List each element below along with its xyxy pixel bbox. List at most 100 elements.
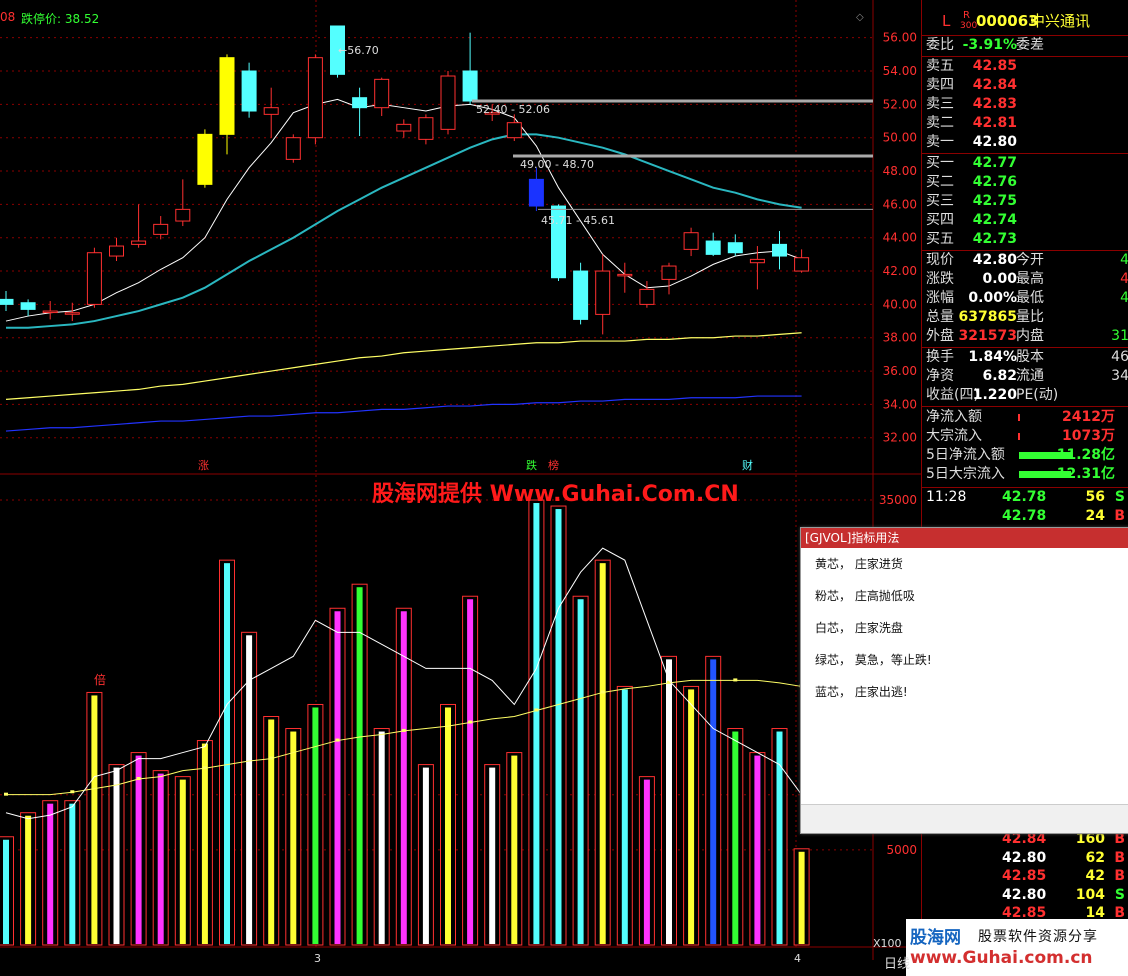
flow-label: 5日净流入额 <box>926 447 1005 463</box>
event-marker[interactable]: 跌 <box>526 458 537 472</box>
period-label[interactable]: 日线 <box>884 953 910 972</box>
price-tick-label: 50.00 <box>883 131 917 145</box>
candle-body[interactable] <box>109 245 124 257</box>
r-flag-sub: 300 <box>960 21 978 31</box>
volume-core <box>754 755 761 944</box>
flow-value: -11.28亿 <box>1050 447 1115 463</box>
candle-body[interactable] <box>0 298 14 305</box>
price-tick-label: 40.00 <box>883 297 917 311</box>
candle-body[interactable] <box>573 270 589 320</box>
volume-tick-label: 5000 <box>886 843 917 857</box>
tick-row: 42.80 104 S <box>922 886 1128 905</box>
tick-row: 11:28 42.78 56 S <box>922 488 1128 507</box>
candle-body[interactable] <box>749 258 765 264</box>
popup-line: 白芯， 庄家洗盘 <box>815 621 903 635</box>
candle-body[interactable] <box>241 70 257 112</box>
popup-title[interactable]: [GJVOL]指标用法 <box>801 528 1128 548</box>
candle-body[interactable] <box>440 75 456 130</box>
candle-body[interactable] <box>661 265 677 280</box>
candle-body[interactable] <box>307 57 323 139</box>
chart-pointer-icon[interactable]: ◇ <box>856 12 864 23</box>
candle-body[interactable] <box>683 232 699 250</box>
candle-body[interactable] <box>175 208 191 222</box>
volume-core <box>25 815 32 944</box>
bid-2-value: 42.76 <box>972 174 1017 190</box>
event-marker[interactable]: 财 <box>742 458 753 472</box>
candle-body[interactable] <box>197 133 213 185</box>
quote-2-value: 0.00% <box>968 290 1017 306</box>
tick-side: B <box>1114 868 1125 884</box>
stock-header: L R 300 000063 中兴通讯 <box>922 10 1128 34</box>
stock-name[interactable]: 中兴通讯 <box>1030 12 1090 31</box>
candle-body[interactable] <box>705 240 721 255</box>
candle-body[interactable] <box>285 137 301 160</box>
weibi-label: 委比 <box>926 37 954 53</box>
bid-5-label: 买五 <box>926 231 954 247</box>
candle-body[interactable] <box>396 123 412 132</box>
quote-0-label2: 今开 <box>1016 252 1044 268</box>
candle-body[interactable] <box>374 78 390 109</box>
candle-body[interactable] <box>42 310 58 314</box>
tick-row: 42.78 24 B <box>922 507 1128 526</box>
ask-3-value: 42.83 <box>972 96 1017 112</box>
flow-bar <box>1018 433 1020 440</box>
candle-body[interactable] <box>64 312 80 315</box>
candle-body[interactable] <box>418 117 434 140</box>
weibi-value: -3.91% <box>962 37 1017 53</box>
weicha-label: 委差 <box>1016 37 1044 53</box>
volume-core <box>3 839 9 944</box>
volume-core <box>201 743 208 944</box>
ask-4-row: 卖四 42.84 <box>922 76 1128 95</box>
volume-core <box>798 851 805 944</box>
bid-3-value: 42.75 <box>972 193 1017 209</box>
candle-body[interactable] <box>462 70 478 102</box>
quote-0-row: 现价 42.80 今开 4 <box>922 251 1128 270</box>
tick-side: B <box>1114 508 1125 524</box>
quote-0-value: 42.80 <box>972 252 1017 268</box>
fund-0-label: 换手 <box>926 349 954 365</box>
tick-price: 42.85 <box>1002 868 1047 884</box>
bid-4-label: 买四 <box>926 212 954 228</box>
fund-2-label2: PE(动) <box>1016 387 1059 403</box>
l-flag: L <box>942 12 951 30</box>
quote-4-label2: 内盘 <box>1016 328 1044 344</box>
price-tick-label: 34.00 <box>883 397 917 411</box>
bid-1-value: 42.77 <box>972 155 1017 171</box>
fund-0-value: 1.84% <box>968 349 1017 365</box>
candle-body[interactable] <box>617 273 633 277</box>
candle-body[interactable] <box>352 97 368 109</box>
flow-row: 净流入额 2412万 <box>922 408 1128 427</box>
candle-body[interactable] <box>727 242 743 254</box>
tick-time: 11:28 <box>926 489 967 505</box>
volume-core <box>422 767 429 944</box>
price-tick-label: 36.00 <box>883 364 917 378</box>
tick-volume: 104 <box>1075 886 1105 903</box>
candle-body[interactable] <box>794 257 810 272</box>
fund-0-value2: 46 <box>1111 349 1128 365</box>
event-marker[interactable]: 榜 <box>548 458 559 472</box>
candle-body[interactable] <box>131 240 147 245</box>
ask-2-value: 42.81 <box>972 115 1017 131</box>
volume-core <box>643 779 650 944</box>
candle-body[interactable] <box>772 243 787 257</box>
volume-core <box>621 689 628 944</box>
candle-body[interactable] <box>595 270 611 315</box>
candle-body[interactable] <box>219 57 235 135</box>
candle-body[interactable] <box>153 223 169 235</box>
quote-1-value2: 4 <box>1120 271 1128 287</box>
candle-body[interactable] <box>20 302 36 310</box>
candle-body[interactable] <box>528 178 544 207</box>
quote-3-label2: 量比 <box>1016 309 1044 325</box>
quote-2-row: 涨幅 0.00% 最低 4 <box>922 289 1128 308</box>
candle-body[interactable] <box>506 122 522 139</box>
candle-body[interactable] <box>86 252 102 305</box>
candle-body[interactable] <box>639 288 655 305</box>
volume-core <box>224 563 230 944</box>
indicator-help-popup[interactable]: [GJVOL]指标用法 黄芯， 庄家进货 粉芯， 庄高抛低吸 白芯， 庄家洗盘 绿芯，… <box>800 527 1128 834</box>
tick-price: 42.78 <box>1002 508 1047 524</box>
volume-core <box>135 755 142 944</box>
price-annotation: 52.40 - 52.06 <box>476 103 550 116</box>
price-annotation: 45.71 - 45.61 <box>541 214 615 227</box>
event-marker[interactable]: 涨 <box>198 459 209 472</box>
candle-body[interactable] <box>263 107 279 115</box>
